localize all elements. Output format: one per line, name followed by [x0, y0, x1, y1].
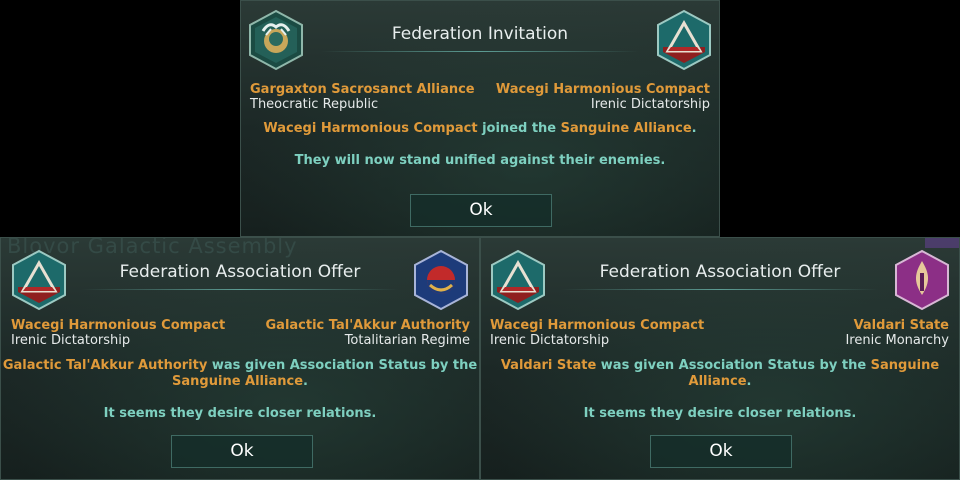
- dialog-title: Federation Invitation: [391, 24, 569, 44]
- empire-name[interactable]: Gargaxton Sacrosanct Alliance: [250, 82, 475, 97]
- event-message: Galactic Tal'Akkur Authority was given A…: [1, 358, 479, 390]
- federation-name[interactable]: Sanguine Alliance: [172, 374, 303, 389]
- federation-name[interactable]: Sanguine Alliance: [561, 121, 692, 136]
- federation-invitation-dialog: Federation Invitation Gargaxton Sacrosan…: [240, 0, 720, 237]
- title-divider: [81, 289, 399, 290]
- empire-name[interactable]: Wacegi Harmonious Compact: [496, 82, 710, 97]
- valdari-flag-icon: [895, 249, 949, 311]
- federation-association-offer-dialog: Blovor Galactic Assembly Federation Asso…: [0, 237, 480, 480]
- empire-name[interactable]: Wacegi Harmonious Compact: [11, 318, 225, 333]
- government-type: Totalitarian Regime: [344, 333, 470, 348]
- federation-name[interactable]: Sanguine: [871, 358, 939, 373]
- empire-name[interactable]: Galactic Tal'Akkur Authority: [266, 318, 471, 333]
- left-party: Gargaxton Sacrosanct Alliance Theocratic…: [250, 82, 475, 112]
- federation-name-cont[interactable]: Alliance: [689, 374, 747, 389]
- government-type: Theocratic Republic: [250, 97, 379, 112]
- flavor-text: It seems they desire closer relations.: [583, 406, 857, 421]
- message-verb: joined the: [482, 121, 557, 136]
- empire-name[interactable]: Wacegi Harmonious Compact: [490, 318, 704, 333]
- government-type: Irenic Dictatorship: [490, 333, 610, 348]
- ok-button[interactable]: Ok: [171, 435, 313, 468]
- government-type: Irenic Dictatorship: [11, 333, 131, 348]
- government-type: Irenic Dictatorship: [590, 97, 710, 112]
- right-party: Wacegi Harmonious Compact Irenic Dictato…: [496, 82, 710, 112]
- title-divider: [321, 51, 639, 52]
- ok-button[interactable]: Ok: [650, 435, 792, 468]
- left-party: Wacegi Harmonious Compact Irenic Dictato…: [11, 318, 225, 348]
- actor-empire[interactable]: Wacegi Harmonious Compact: [263, 121, 477, 136]
- federation-association-offer-dialog: Federation Association Offer Wacegi Harm…: [480, 237, 960, 480]
- actor-empire[interactable]: Valdari State: [501, 358, 596, 373]
- right-party: Valdari State Irenic Monarchy: [845, 318, 949, 348]
- actor-empire[interactable]: Galactic Tal'Akkur Authority: [3, 358, 208, 373]
- message-end: .: [691, 121, 697, 136]
- message-end: .: [746, 374, 752, 389]
- right-party: Galactic Tal'Akkur Authority Totalitaria…: [266, 318, 471, 348]
- left-party: Wacegi Harmonious Compact Irenic Dictato…: [490, 318, 704, 348]
- government-type: Irenic Monarchy: [845, 333, 949, 348]
- flavor-text: It seems they desire closer relations.: [103, 406, 377, 421]
- talakkur-flag-icon: [414, 249, 468, 311]
- wacegi-flag-icon: [657, 9, 711, 71]
- ok-button[interactable]: Ok: [410, 194, 552, 227]
- dialog-title: Federation Association Offer: [119, 262, 361, 282]
- empire-name[interactable]: Valdari State: [845, 318, 949, 333]
- message-end: .: [303, 374, 308, 389]
- event-message: Wacegi Harmonious Compact joined the San…: [241, 121, 719, 137]
- flavor-text: They will now stand unified against thei…: [294, 153, 666, 168]
- event-message: Valdari State was given Association Stat…: [481, 358, 959, 390]
- dialog-title: Federation Association Offer: [599, 262, 841, 282]
- title-divider: [561, 289, 879, 290]
- message-verb: was given Association Status by the: [211, 358, 478, 373]
- message-verb: was given Association Status by the: [600, 358, 867, 373]
